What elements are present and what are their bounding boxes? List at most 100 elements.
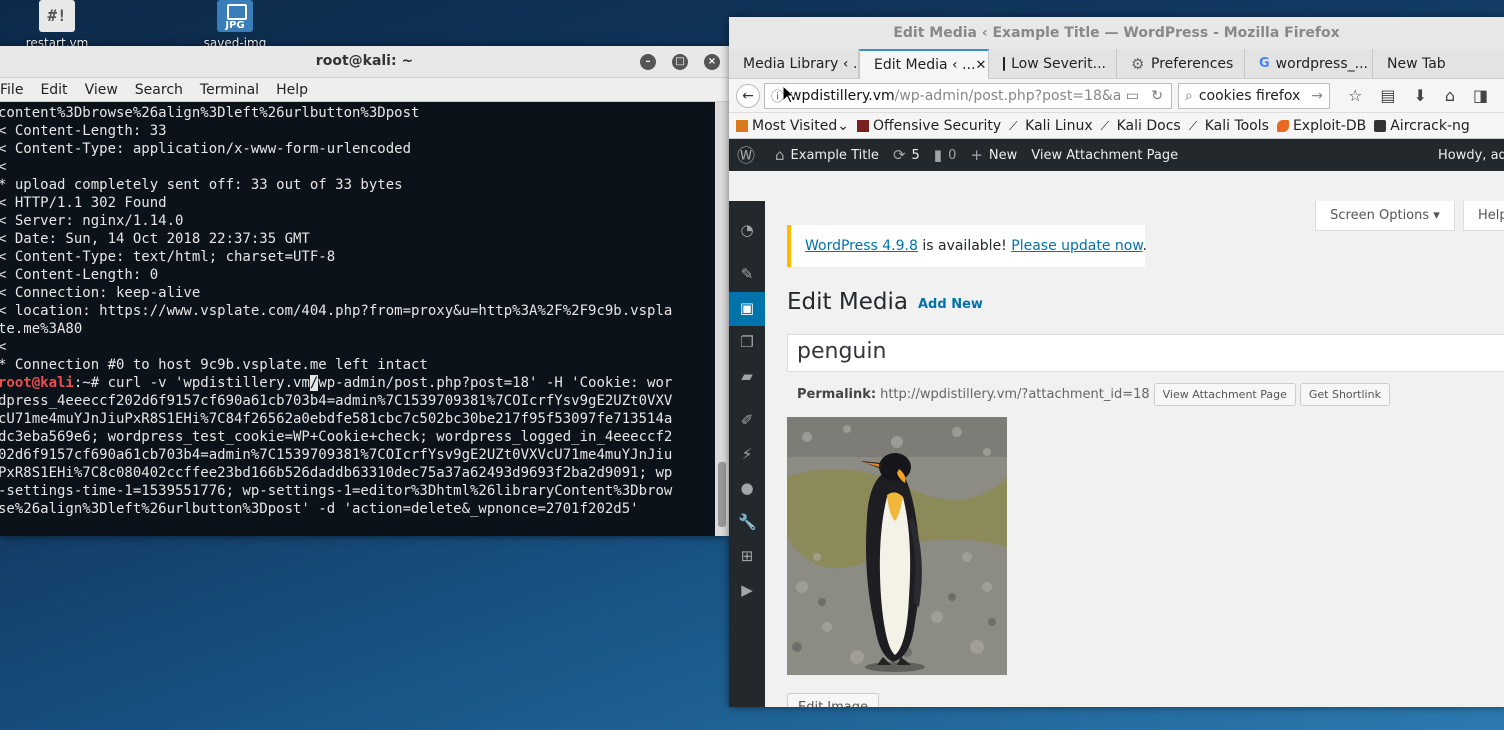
get-shortlink-button[interactable]: Get Shortlink (1299, 383, 1390, 406)
scrollbar-thumb[interactable] (718, 462, 726, 527)
aircrack-icon (1374, 119, 1387, 132)
terminal-command-continuation: dpress_4eeeccf202d6f9157cf690a61cb703b4=… (0, 393, 673, 517)
tab-label: Media Library ‹ ... (743, 56, 859, 72)
admin-bar-account[interactable]: Howdy, ad (1438, 148, 1504, 163)
url-domain: wpdistillery.vm (790, 87, 895, 104)
reload-icon[interactable]: ↻ (1151, 88, 1163, 104)
dashboard-icon[interactable]: ◔ (738, 221, 756, 239)
home-icon[interactable]: ⌂ (1445, 86, 1455, 105)
tab-new-tab[interactable]: New Tab (1373, 49, 1473, 79)
site-name-label: Example Title (790, 147, 879, 163)
admin-bar-view-attachment[interactable]: View Attachment Page (1031, 148, 1178, 163)
tab-low-severity[interactable]: Low Severit... (989, 49, 1117, 79)
screen-options-button[interactable]: Screen Options ▾ (1315, 201, 1455, 231)
tab-wordpress-search[interactable]: Gwordpress_... (1245, 49, 1373, 79)
terminal-command-tail: wp-admin/post.php?post=18' -H 'Cookie: w… (318, 375, 673, 391)
menu-terminal[interactable]: Terminal (200, 82, 259, 98)
maximize-icon[interactable]: □ (672, 54, 688, 70)
update-now-link[interactable]: Please update now (1011, 238, 1142, 254)
mouse-pointer-icon (783, 86, 795, 104)
wordpress-logo-icon[interactable]: Ⓦ (737, 142, 761, 168)
navigation-toolbar: ← ⓘ wpdistillery.vm/wp-admin/post.php?po… (729, 79, 1504, 113)
view-attachment-button[interactable]: View Attachment Page (1153, 383, 1296, 406)
exploit-db-icon (1276, 119, 1289, 132)
help-label: Help (1478, 208, 1504, 223)
terminal-command: curl -v 'wpdistillery.vm (107, 375, 310, 391)
kali-dragon-icon: ⟋ (1009, 118, 1018, 133)
bookmark-star-icon[interactable]: ☆ (1348, 86, 1362, 105)
library-icon[interactable]: ▤ (1380, 86, 1395, 105)
bookmark-label: Offensive Security (872, 117, 1002, 134)
tab-media-library[interactable]: Media Library ‹ ... (729, 49, 859, 79)
terminal-titlebar[interactable]: root@kali: ~ – □ × (0, 46, 729, 78)
updates-icon: ⟳ (892, 146, 906, 164)
menu-view[interactable]: View (85, 82, 118, 98)
desktop-icon-saved-img[interactable]: JPG saved-img (200, 0, 270, 50)
appearance-icon[interactable]: ✐ (738, 411, 756, 429)
terminal-scrollbar[interactable] (715, 102, 729, 536)
bookmark-label: Aircrack-ng (1390, 117, 1470, 134)
permalink-url[interactable]: http://wpdistillery.vm/?attachment_id=18 (880, 387, 1150, 402)
pages-icon[interactable]: ❐ (738, 333, 756, 351)
bookmark-most-visited[interactable]: Most Visited ⌄ (736, 118, 849, 134)
menu-search[interactable]: Search (135, 82, 183, 98)
bookmark-kali-tools[interactable]: ⟋ Kali Tools (1189, 118, 1269, 134)
firefox-window[interactable]: Edit Media ‹ Example Title — WordPress -… (729, 17, 1504, 707)
file-type-badge: JPG (225, 20, 245, 31)
pocket-icon[interactable]: ◨ (1473, 86, 1488, 105)
bookmark-exploit-db[interactable]: Exploit-DB (1276, 118, 1366, 134)
admin-bar-updates[interactable]: ⟳ 5 (893, 146, 920, 164)
tab-edit-media[interactable]: Edit Media ‹ ... ✕ (859, 49, 989, 79)
minimize-icon[interactable]: – (640, 54, 656, 70)
add-new-button[interactable]: Add New (918, 293, 983, 316)
media-icon[interactable]: ▣ (738, 299, 756, 317)
downloads-icon[interactable]: ⬇ (1413, 86, 1426, 105)
desktop-icon-restart-vm[interactable]: #! restart.vm (22, 0, 92, 50)
terminal-prompt: root@kali (0, 375, 74, 391)
plugins-icon[interactable]: ⚡ (738, 445, 756, 463)
tab-preferences[interactable]: ⚙ Preferences (1117, 49, 1245, 79)
reader-view-icon[interactable]: ▭ (1126, 88, 1139, 104)
gear-icon: ⚙ (1131, 55, 1145, 73)
bookmark-offensive-security[interactable]: Offensive Security (856, 117, 1002, 134)
comments-icon[interactable]: ▰ (738, 367, 756, 385)
menu-edit[interactable]: Edit (40, 82, 67, 98)
terminal-output[interactable]: content%3Dbrowse%26align%3Dleft%26urlbut… (0, 102, 715, 536)
posts-pin-icon[interactable]: ✎ (738, 265, 756, 283)
plus-icon: + (970, 146, 983, 164)
firefox-titlebar[interactable]: Edit Media ‹ Example Title — WordPress -… (729, 17, 1504, 49)
menu-file[interactable]: File (0, 82, 23, 98)
wordpress-version-link[interactable]: WordPress 4.9.8 (805, 238, 918, 254)
bookmark-kali-docs[interactable]: ⟋ Kali Docs (1101, 118, 1181, 134)
comment-icon: ▮ (933, 146, 943, 164)
close-tab-icon[interactable]: ✕ (975, 58, 986, 73)
back-button[interactable]: ← (736, 83, 760, 108)
terminal-menubar: File Edit View Search Terminal Help (0, 78, 729, 102)
collapse-menu-icon[interactable]: ▶ (738, 581, 756, 599)
tools-icon[interactable]: 🔧 (738, 513, 757, 531)
terminal-title: root@kali: ~ (315, 53, 414, 69)
bookmark-label: Most Visited (752, 117, 838, 134)
admin-bar-comments[interactable]: ▮ 0 (934, 146, 957, 164)
admin-bar-new[interactable]: + New (970, 146, 1017, 164)
bookmark-kali-linux[interactable]: ⟋ Kali Linux (1009, 118, 1092, 134)
search-bar[interactable]: ⌕ cookies firefox → (1178, 82, 1330, 109)
menu-help[interactable]: Help (276, 82, 308, 98)
close-icon[interactable]: × (704, 54, 720, 70)
kali-dragon-icon: ⟋ (1100, 118, 1110, 133)
help-button[interactable]: Help (1463, 201, 1504, 231)
url-bar[interactable]: ⓘ wpdistillery.vm/wp-admin/post.php?post… (764, 82, 1172, 109)
tab-label: New Tab (1387, 56, 1446, 72)
media-title-input[interactable]: penguin (787, 334, 1504, 372)
bookmark-aircrack-ng[interactable]: Aircrack-ng (1374, 118, 1470, 134)
edit-image-button[interactable]: Edit Image (787, 693, 880, 707)
admin-bar-site-name[interactable]: ⌂ Example Title (775, 146, 879, 164)
bookmark-label: Kali Docs (1116, 117, 1181, 134)
comments-count: 0 (948, 147, 957, 163)
offsec-icon (856, 119, 869, 132)
settings-icon[interactable]: ⊞ (738, 547, 756, 565)
window-title: Edit Media ‹ Example Title — WordPress -… (893, 25, 1340, 41)
users-icon[interactable]: ● (738, 479, 756, 497)
terminal-window[interactable]: root@kali: ~ – □ × File Edit View Search… (0, 46, 729, 536)
search-go-icon[interactable]: → (1311, 88, 1323, 104)
